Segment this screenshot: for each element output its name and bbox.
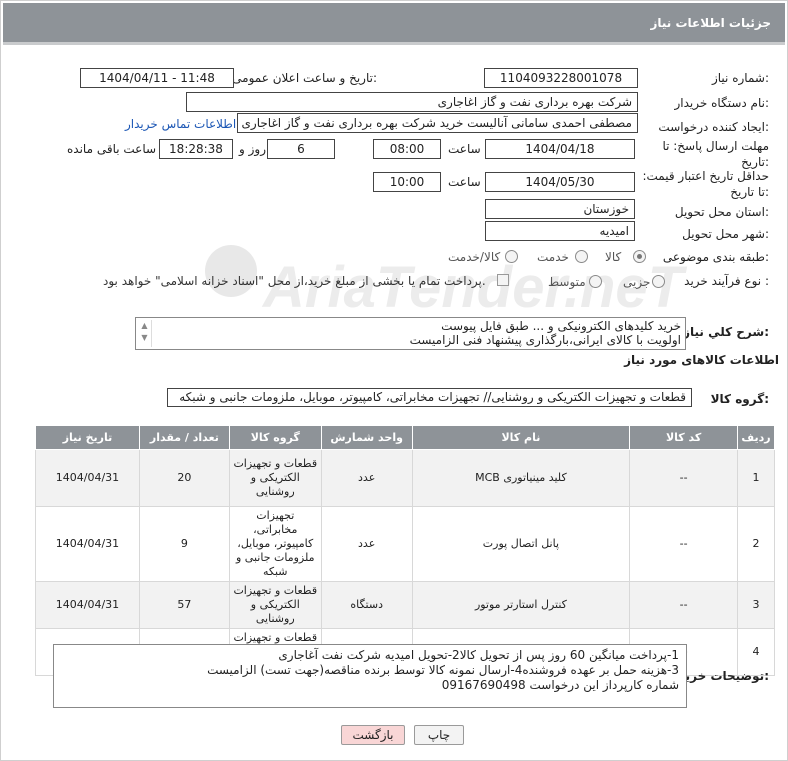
col-qty: تعداد / مقدار <box>138 425 230 450</box>
buyer-notes-textarea[interactable]: 1-پرداخت میانگین 60 روز پس از تحویل کالا… <box>53 644 687 708</box>
category-radio-goods-label: کالا <box>605 250 622 264</box>
cell-unit: دستگاه <box>320 581 413 629</box>
treasury-payment-checkbox[interactable] <box>497 274 509 286</box>
items-table-header: ردیف کد کالا نام کالا واحد شمارش گروه کا… <box>35 425 775 450</box>
cell-code: -- <box>629 506 739 582</box>
cell-group: قطعات و تجهیزات الکتریکی و روشنایی <box>228 449 322 507</box>
page-frame: جزئیات اطلاعات نیاز AriaTender.neT شماره… <box>0 0 788 761</box>
cell-qty: 20 <box>138 449 230 507</box>
description-textarea[interactable]: ▲ ▼ خرید کلیدهای الکترونیکی و ... طبق فای… <box>135 317 686 350</box>
items-info-title: اطلاعات کالاهای مورد نیاز <box>624 353 779 367</box>
requester-label: ایجاد کننده درخواست: <box>658 120 769 134</box>
col-name: نام کالا <box>411 425 631 450</box>
page-header: جزئیات اطلاعات نیاز <box>3 3 785 45</box>
col-unit: واحد شمارش <box>320 425 413 450</box>
description-label: شرح کلي نياز: <box>683 325 769 339</box>
cell-date: 1404/04/31 <box>35 449 140 507</box>
cell-unit: عدد <box>320 449 413 507</box>
cell-name: کلید مینیاتوری MCB <box>411 449 631 507</box>
col-date: تاریخ نیاز <box>35 425 140 450</box>
time-left-field: 18:28:38 <box>159 139 233 159</box>
table-row: 1 -- کلید مینیاتوری MCB عدد قطعات و تجهی… <box>35 449 775 507</box>
days-left-field: 6 <box>267 139 335 159</box>
process-radio-minor-label: جزیی <box>623 275 651 289</box>
process-radio-medium-label: متوسط <box>548 275 586 289</box>
back-button[interactable]: بازگشت <box>341 725 405 745</box>
cell-row: 2 <box>737 506 775 582</box>
buyer-contact-link[interactable]: اطلاعات تماس خریدار <box>125 117 236 131</box>
need-number-field: 1104093228001078 <box>484 68 638 88</box>
table-row: 2 -- پانل اتصال پورت عدد تجهیزات مخابرات… <box>35 506 775 582</box>
remaining-label: ساعت باقی مانده <box>67 142 157 156</box>
cell-qty: 9 <box>138 506 230 582</box>
category-radio-goods-service-label: کالا/خدمت <box>448 250 501 264</box>
reply-date-field: 1404/04/18 <box>485 139 635 159</box>
validity-time-word: ساعت <box>448 175 481 189</box>
validity-time-field: 10:00 <box>373 172 441 192</box>
category-label: طبقه بندی موضوعی: <box>662 250 769 264</box>
print-button[interactable]: چاپ <box>414 725 464 745</box>
need-number-label: شماره نیاز: <box>711 71 769 85</box>
province-label: استان محل تحویل: <box>674 205 769 219</box>
notes-line-3: شماره کارپرداز این درخواست 09167690498 <box>441 678 679 692</box>
announce-datetime-label: تاریخ و ساعت اعلان عمومی: <box>232 71 377 85</box>
buyer-org-label: نام دستگاه خریدار: <box>674 96 770 110</box>
cell-row: 3 <box>737 581 775 629</box>
reply-deadline-label: مهلت ارسال پاسخ: تا تاریخ: <box>662 139 769 169</box>
treasury-payment-note: پرداخت تمام یا بخشی از مبلغ خرید،از محل … <box>103 274 486 288</box>
col-row: ردیف <box>737 425 775 450</box>
table-row: 3 -- کنترل استارتر موتور دستگاه قطعات و … <box>35 581 775 629</box>
validity-date-field: 1404/05/30 <box>485 172 635 192</box>
cell-group: قطعات و تجهیزات الکتریکی و روشنایی <box>228 581 322 629</box>
items-table: ردیف کد کالا نام کالا واحد شمارش گروه کا… <box>35 425 775 676</box>
process-type-label: نوع فرآیند خرید : <box>684 274 769 288</box>
cell-code: -- <box>629 449 739 507</box>
price-validity-label: حداقل تاریخ اعتبار قیمت: تا تاریخ: <box>642 169 769 199</box>
description-scrollbar[interactable]: ▲ ▼ <box>138 320 152 347</box>
cell-qty: 57 <box>138 581 230 629</box>
city-label: شهر محل تحویل: <box>682 227 769 241</box>
city-field: امیدیه <box>485 221 635 241</box>
announce-datetime-field: 1404/04/11 - 11:48 <box>80 68 234 88</box>
category-radio-goods[interactable] <box>633 250 646 263</box>
cell-code: -- <box>629 581 739 629</box>
cell-date: 1404/04/31 <box>35 581 140 629</box>
cell-unit: عدد <box>320 506 413 582</box>
requester-field: مصطفی احمدی سامانی آنالیست خرید شرکت بهر… <box>237 113 638 133</box>
process-radio-medium[interactable] <box>589 275 602 288</box>
category-radio-goods-service[interactable] <box>505 250 518 263</box>
cell-group: تجهیزات مخابراتی، کامپیوتر، موبایل، ملزو… <box>228 506 322 582</box>
cell-name: کنترل استارتر موتور <box>411 581 631 629</box>
notes-line-1: 1-پرداخت میانگین 60 روز پس از تحویل کالا… <box>278 648 679 662</box>
category-radio-service-label: خدمت <box>537 250 569 264</box>
col-group: گروه کالا <box>228 425 322 450</box>
page-title: جزئیات اطلاعات نیاز <box>650 16 771 30</box>
reply-time-word: ساعت <box>448 142 481 156</box>
buyer-org-field: شرکت بهره برداری نفت و گاز اغاجاری <box>186 92 638 112</box>
days-word: روز و <box>239 142 266 156</box>
category-radio-service[interactable] <box>575 250 588 263</box>
description-line-2: اولویت با کالای ایرانی،بارگذاری پیشنهاد … <box>409 333 681 347</box>
description-line-1: خرید کلیدهای الکترونیکی و ... طبق فایل پ… <box>441 319 681 333</box>
col-code: کد کالا <box>629 425 739 450</box>
cell-row: 1 <box>737 449 775 507</box>
process-radio-minor[interactable] <box>652 275 665 288</box>
cell-name: پانل اتصال پورت <box>411 506 631 582</box>
goods-group-field: قطعات و تجهیزات الکتریکی و روشنایی// تجه… <box>167 388 692 407</box>
province-field: خوزستان <box>485 199 635 219</box>
cell-date: 1404/04/31 <box>35 506 140 582</box>
notes-line-2: 3-هزینه حمل بر عهده فروشنده4-ارسال نمونه… <box>207 663 679 677</box>
reply-time-field: 08:00 <box>373 139 441 159</box>
goods-group-label: گروه کالا: <box>710 392 769 406</box>
